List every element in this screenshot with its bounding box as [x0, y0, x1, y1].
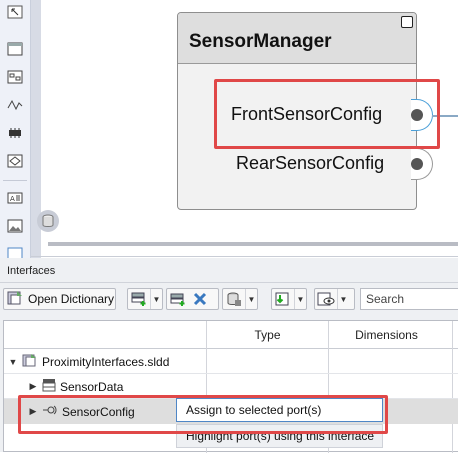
add-element-icon[interactable]	[167, 289, 189, 309]
add-interface-group[interactable]: ▼	[127, 288, 163, 310]
image-icon[interactable]	[6, 218, 24, 234]
bus-element-icon	[42, 378, 56, 395]
column-header-dimensions[interactable]: Dimensions	[329, 321, 444, 349]
column-header-name[interactable]	[4, 321, 206, 349]
zoom-fit-icon[interactable]	[6, 4, 24, 20]
chevron-down-icon[interactable]: ▼	[245, 289, 257, 309]
palette-separator	[3, 180, 27, 181]
import-tools-group[interactable]: ▼	[271, 288, 307, 310]
open-dictionary-button[interactable]: Open Dictionary	[3, 288, 116, 310]
svg-text:A: A	[10, 195, 15, 203]
column-header-type[interactable]: Type	[207, 321, 328, 349]
search-input[interactable]	[360, 288, 458, 310]
database-icon[interactable]	[37, 210, 59, 232]
chevron-down-icon[interactable]: ▼	[150, 289, 162, 309]
port-label-rear: RearSensorConfig	[236, 153, 385, 173]
front-port-highlight	[214, 79, 440, 149]
expand-down-icon[interactable]: ▼	[8, 357, 18, 367]
panel-title-divider	[0, 282, 458, 283]
panel-title: Interfaces	[7, 265, 56, 277]
component-header[interactable]: SensorManager	[178, 13, 416, 64]
component-icon[interactable]	[6, 41, 24, 57]
table-header: Type Dimensions	[4, 321, 458, 349]
interfaces-toolbar: Open Dictionary ▼ ▼ ▼ ▼ Search	[0, 286, 458, 314]
import-icon[interactable]	[272, 289, 294, 309]
signal-icon[interactable]	[6, 97, 24, 113]
expand-right-icon[interactable]: ▶	[28, 381, 38, 392]
sensorconfig-highlight	[18, 395, 388, 434]
component-checkbox[interactable]	[401, 16, 413, 28]
row-label: SensorData	[60, 379, 124, 394]
add-interface-icon[interactable]	[128, 289, 150, 309]
dictionary-icon	[22, 353, 38, 370]
chevron-down-icon[interactable]: ▼	[294, 289, 306, 309]
bus-icon[interactable]	[6, 125, 24, 141]
element-tools-group	[166, 288, 219, 310]
component-title: SensorManager	[189, 31, 332, 52]
delete-icon[interactable]	[189, 289, 211, 309]
view-icon[interactable]	[315, 289, 337, 309]
canvas-horizontal-scrollbar[interactable]	[48, 242, 458, 246]
variant-icon[interactable]	[6, 153, 24, 169]
annotation-icon[interactable]: A	[6, 190, 24, 206]
canvas-divider	[31, 256, 458, 257]
row-label: ProximityInterfaces.sldd	[42, 354, 170, 369]
palette-toolbar: A	[0, 0, 31, 261]
data-dictionary-icon[interactable]	[223, 289, 245, 309]
dictionary-icon	[7, 290, 23, 309]
dictionary-tools-group[interactable]: ▼	[222, 288, 258, 310]
view-tools-group[interactable]: ▼	[314, 288, 355, 310]
table-row[interactable]: ▼ ProximityInterfaces.sldd	[4, 349, 458, 374]
chevron-down-icon[interactable]: ▼	[337, 289, 349, 309]
subsystem-icon[interactable]	[6, 69, 24, 85]
architecture-canvas[interactable]: A SensorManager FrontSensorConfig RearSe…	[0, 0, 458, 261]
open-dictionary-label: Open Dictionary	[28, 292, 115, 306]
port-rear-dot[interactable]	[411, 158, 423, 170]
